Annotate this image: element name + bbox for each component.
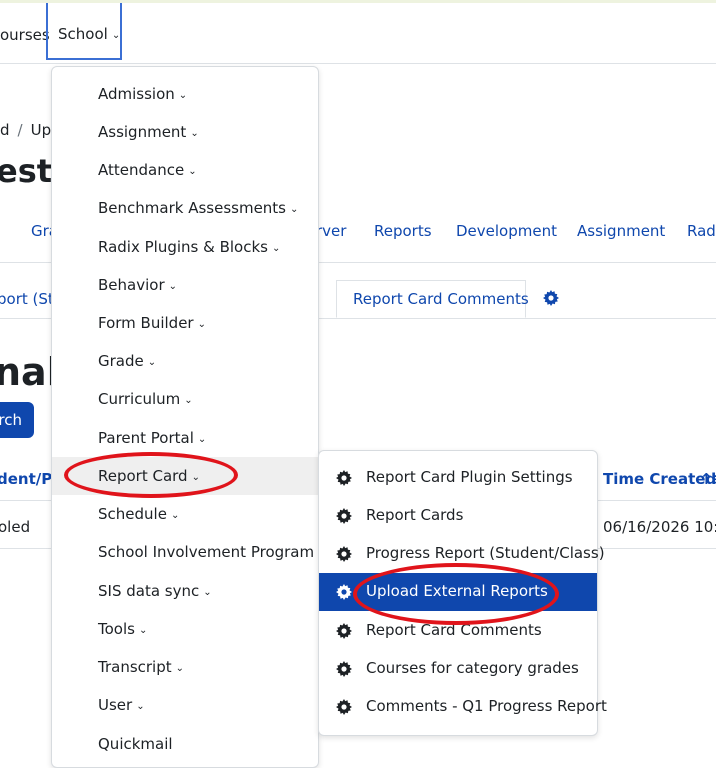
submenu-upload-external-reports[interactable]: Upload External Reports [319,573,597,611]
menu-item-assignment[interactable]: Assignment ⌄ [52,113,318,151]
menu-item-label: Radix Plugins & Blocks [98,238,268,256]
chevron-down-icon: ⌄ [191,472,200,483]
menu-item-label: Attendance [98,161,185,179]
menu-item-curriculum[interactable]: Curriculum ⌄ [52,380,318,418]
menu-item-parent-portal[interactable]: Parent Portal ⌄ [52,419,318,457]
nav-school-label: School [58,25,108,43]
submenu-label: Upload External Reports [366,582,548,600]
breadcrumb-separator: / [17,121,23,139]
chevron-down-icon: ⌄ [170,510,180,521]
menu-item-quickmail[interactable]: Quickmail [52,725,318,763]
submenu-comments-q1-progress-report[interactable]: Comments - Q1 Progress Report [319,688,607,726]
menu-item-attendance[interactable]: Attendance ⌄ [52,151,318,189]
submenu-label: Report Card Comments [366,621,542,639]
menu-item-label: Quickmail [98,735,173,753]
breadcrumb: d / Upl [0,121,55,139]
menu-item-label: Tools [98,620,135,638]
menu-item-label: Transcript [98,658,172,676]
gear-icon [336,546,352,562]
submenu-label: Comments - Q1 Progress Report [366,697,607,715]
chevron-down-icon: ⌄ [197,319,206,330]
chevron-down-icon: ⌄ [175,663,185,674]
menu-item-label: Grade [98,352,144,370]
school-dropdown-menu: Admission ⌄ Assignment ⌄ Attendance ⌄ Bench… [51,66,327,768]
menu-item-grade[interactable]: Grade ⌄ [52,342,318,380]
submenu-label: Report Card Plugin Settings [366,468,573,486]
chevron-down-icon: ⌄ [111,30,121,41]
chevron-down-icon: ⌄ [203,587,212,598]
menu-item-label: Form Builder [98,314,194,332]
menu-item-label: School Involvement Program [98,543,315,561]
chevron-down-icon: ⌄ [138,625,148,636]
submenu-label: Courses for category grades [366,659,579,677]
sort-icon[interactable]: ↑≡ [700,470,716,488]
secnav-item[interactable]: rver [316,222,346,240]
menu-item-label: Benchmark Assessments [98,199,286,217]
menu-item-label: Report Card [98,467,188,485]
menu-item-schedule[interactable]: Schedule ⌄ [52,495,318,533]
table-cell: oled [0,518,31,536]
menu-item-admission[interactable]: Admission ⌄ [52,75,318,113]
menu-item-label: Assignment [98,123,187,141]
table-cell-time: 06/16/2026 10:17 [603,518,716,536]
breadcrumb-item[interactable]: d [0,121,10,139]
menu-item-label: Schedule [98,505,167,523]
submenu-report-card-plugin-settings[interactable]: Report Card Plugin Settings [319,459,597,497]
menu-item-school-involvement-program[interactable]: School Involvement Program⌄ [52,533,327,571]
gear-icon[interactable] [543,290,559,306]
submenu-label: Progress Report (Student/Class) [366,544,605,562]
chevron-down-icon: ⌄ [168,281,177,292]
chevron-down-icon: ⌄ [184,395,193,406]
tab-report-card-comments[interactable]: Report Card Comments [353,290,529,308]
menu-item-label: Behavior [98,276,165,294]
secnav-reports[interactable]: Reports [374,222,432,240]
gear-icon [336,661,352,677]
menu-item-sis-data-sync[interactable]: SIS data sync ⌄ [52,572,318,610]
report-card-submenu: Report Card Plugin Settings Report Cards… [318,450,607,736]
menu-item-benchmark-assessments[interactable]: Benchmark Assessments ⌄ [52,189,318,227]
gear-icon [336,508,352,524]
nav-school-dropdown[interactable]: School ⌄ [46,3,122,60]
menu-item-label: SIS data sync [98,582,200,600]
submenu-courses-for-category-grades[interactable]: Courses for category grades [319,650,597,688]
chevron-down-icon: ⌄ [271,243,281,254]
top-navigation: ourses School ⌄ [0,3,716,64]
chevron-down-icon: ⌄ [197,434,207,445]
gear-icon [336,470,352,486]
submenu-report-card-comments[interactable]: Report Card Comments [319,612,597,650]
chevron-down-icon: ⌄ [290,204,299,215]
menu-item-form-builder[interactable]: Form Builder ⌄ [52,304,318,342]
chevron-down-icon: ⌄ [190,128,199,139]
menu-item-report-card[interactable]: Report Card ⌄ [52,457,318,495]
menu-item-user[interactable]: User ⌄ [52,686,318,724]
gear-icon [336,699,352,715]
gear-icon [336,584,352,600]
chevron-down-icon: ⌄ [178,90,188,101]
gear-icon [336,623,352,639]
submenu-label: Report Cards [366,506,464,524]
chevron-down-icon: ⌄ [188,166,197,177]
submenu-report-cards[interactable]: Report Cards [319,497,597,535]
secnav-item[interactable]: Radi [687,222,716,240]
menu-item-behavior[interactable]: Behavior ⌄ [52,266,318,304]
secnav-development[interactable]: Development [456,222,557,240]
chevron-down-icon: ⌄ [147,357,157,368]
submenu-progress-report[interactable]: Progress Report (Student/Class) [319,535,605,573]
search-button[interactable]: rch [0,402,34,438]
menu-item-label: User [98,696,133,714]
chevron-down-icon: ⌄ [136,701,145,712]
menu-item-radix-plugins[interactable]: Radix Plugins & Blocks ⌄ [52,228,318,266]
nav-courses[interactable]: ourses [0,26,50,44]
menu-item-label: Curriculum [98,390,181,408]
menu-item-label: Parent Portal [98,429,194,447]
menu-item-label: Admission [98,85,175,103]
menu-item-tools[interactable]: Tools ⌄ [52,610,318,648]
secnav-assignment[interactable]: Assignment [577,222,665,240]
menu-item-transcript[interactable]: Transcript ⌄ [52,648,318,686]
